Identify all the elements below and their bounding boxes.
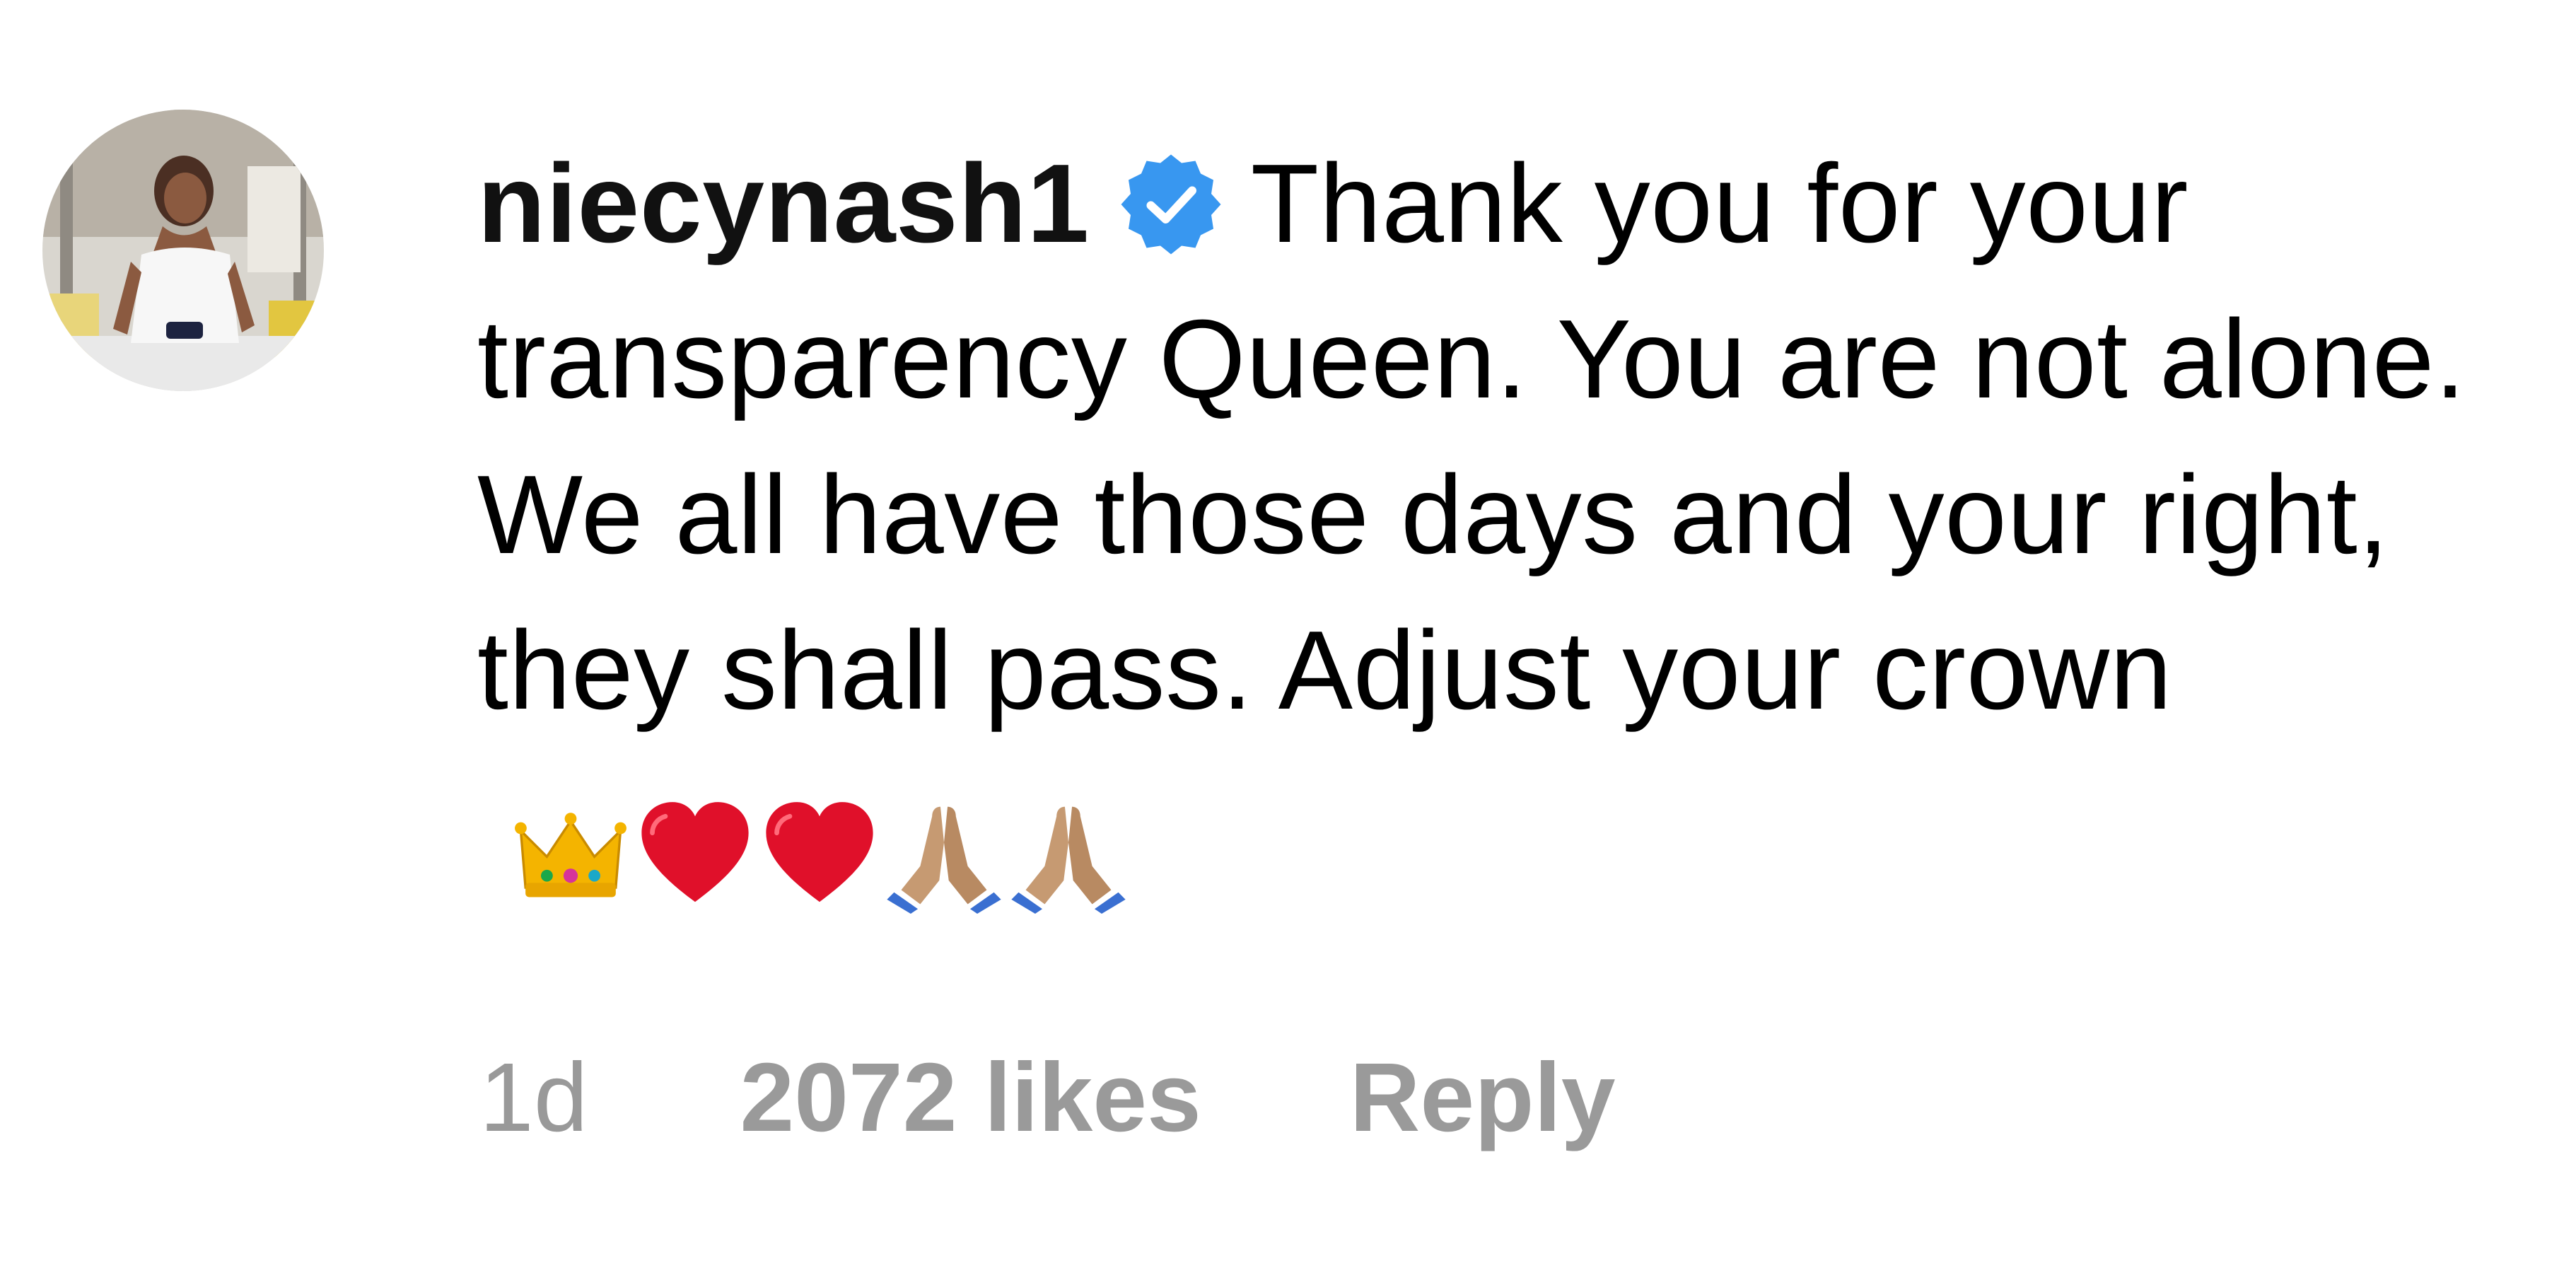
reply-button[interactable]: Reply [1350, 1042, 1616, 1154]
emoji-row [511, 768, 1133, 924]
folded-hands-emoji-icon [885, 795, 1003, 914]
red-heart-emoji-icon [636, 795, 754, 914]
folded-hands-emoji-icon [1009, 795, 1128, 914]
crown-emoji-icon [511, 795, 630, 914]
comment-timestamp[interactable]: 1d [479, 1042, 588, 1154]
verified-badge-icon [1118, 151, 1224, 257]
profile-avatar[interactable] [42, 110, 324, 391]
comment-meta-row: 1d 2072 likes Reply [479, 1041, 1616, 1154]
likes-count[interactable]: 2072 likes [740, 1042, 1201, 1154]
username-link[interactable]: niecynash1 [477, 141, 1090, 266]
comment-item: niecynash1 Thank you for your transparen… [0, 0, 2576, 1273]
avatar-photo-icon [42, 110, 324, 391]
red-heart-emoji-icon [760, 795, 879, 914]
comment-body: niecynash1 Thank you for your transparen… [477, 126, 2471, 924]
